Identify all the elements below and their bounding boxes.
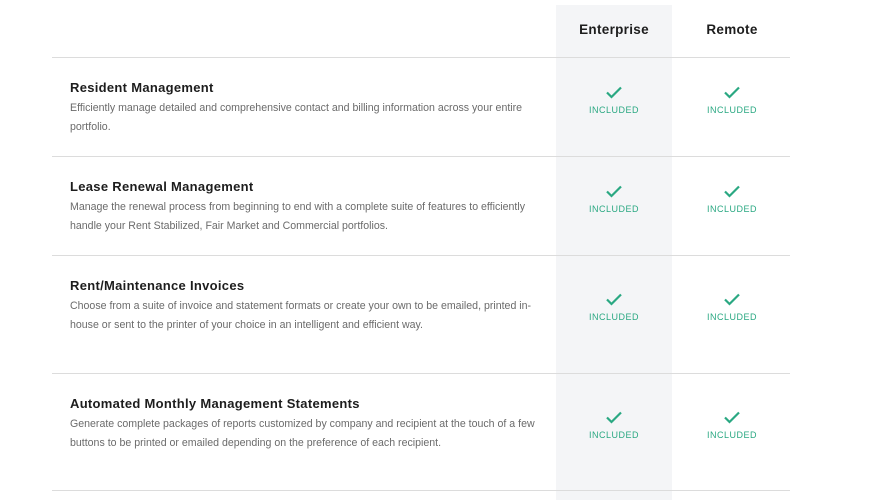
feature-comparison-table: Enterprise Remote Resident Management Eff… (52, 0, 790, 491)
feature-title: Automated Monthly Management Statements (70, 396, 360, 411)
included-label: INCLUDED (706, 312, 757, 322)
remote-included-cell: INCLUDED (674, 86, 790, 115)
feature-description: Efficiently manage detailed and comprehe… (70, 102, 523, 133)
enterprise-included-cell: INCLUDED (556, 411, 672, 440)
included-label: INCLUDED (588, 105, 639, 115)
feature-description: Generate complete packages of reports cu… (70, 418, 535, 449)
check-icon (556, 411, 672, 424)
check-icon (556, 293, 672, 306)
check-icon (674, 293, 790, 306)
feature-title: Rent/Maintenance Invoices (70, 278, 245, 293)
included-label: INCLUDED (706, 430, 757, 440)
feature-title: Resident Management (70, 80, 214, 95)
column-header-remote: Remote (706, 22, 758, 37)
table-row: Automated Monthly Management Statements G… (52, 374, 790, 491)
enterprise-included-cell: INCLUDED (556, 86, 672, 115)
table-row: Lease Renewal Management Manage the renew… (52, 157, 790, 256)
remote-included-cell: INCLUDED (674, 411, 790, 440)
remote-included-cell: INCLUDED (674, 185, 790, 214)
included-label: INCLUDED (588, 430, 639, 440)
included-label: INCLUDED (588, 312, 639, 322)
check-icon (674, 411, 790, 424)
check-icon (556, 185, 672, 198)
feature-description: Manage the renewal process from beginnin… (70, 201, 526, 232)
table-row: Rent/Maintenance Invoices Choose from a s… (52, 256, 790, 374)
feature-title: Lease Renewal Management (70, 179, 254, 194)
included-label: INCLUDED (706, 204, 757, 214)
enterprise-included-cell: INCLUDED (556, 185, 672, 214)
check-icon (674, 86, 790, 99)
check-icon (556, 86, 672, 99)
included-label: INCLUDED (706, 105, 757, 115)
feature-description: Choose from a suite of invoice and state… (70, 300, 532, 331)
enterprise-included-cell: INCLUDED (556, 293, 672, 322)
included-label: INCLUDED (588, 204, 639, 214)
table-row: Resident Management Efficiently manage de… (52, 58, 790, 157)
remote-included-cell: INCLUDED (674, 293, 790, 322)
check-icon (674, 185, 790, 198)
table-header: Enterprise Remote (52, 0, 790, 58)
column-header-enterprise: Enterprise (579, 22, 649, 37)
